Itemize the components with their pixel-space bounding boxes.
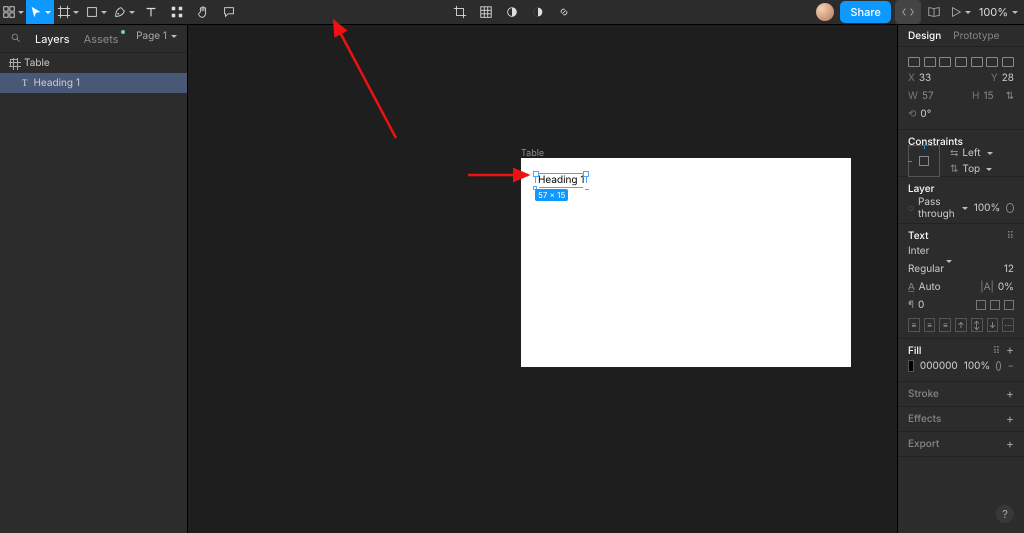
constraint-v-select[interactable]: ⇅Top — [950, 163, 993, 175]
fill-style-icon[interactable]: ⠿ — [993, 345, 1000, 357]
text-layer-icon: T — [22, 78, 28, 88]
add-effect-button[interactable]: + — [1006, 414, 1014, 424]
layout-grid-icon[interactable] — [473, 0, 499, 25]
shape-tool[interactable] — [82, 0, 110, 24]
dev-mode-toggle[interactable] — [895, 0, 921, 24]
rotation-field[interactable]: ⟲0° — [908, 108, 931, 120]
text-resize-icons[interactable] — [976, 300, 1014, 310]
mask-icon[interactable] — [499, 0, 525, 25]
text-settings-icon[interactable]: ⠿ — [1007, 230, 1014, 242]
annotation-arrow-1 — [326, 13, 406, 143]
present-icon[interactable] — [947, 0, 973, 24]
assets-indicator-dot — [121, 30, 125, 34]
add-stroke-button[interactable]: + — [1006, 389, 1014, 399]
avatar[interactable] — [816, 3, 834, 21]
text-align-row[interactable]: ≡≡≡↑↕↓⋯ — [908, 318, 1014, 332]
line-height-field[interactable]: A̲Auto — [908, 281, 941, 293]
frame-icon — [10, 59, 18, 67]
crop-icon[interactable] — [447, 0, 473, 25]
effects-section[interactable]: Effects+ — [898, 407, 1024, 432]
fill-swatch[interactable] — [908, 360, 914, 372]
share-button[interactable]: Share — [840, 1, 890, 23]
layer-row-selected[interactable]: T Heading 1 — [0, 73, 187, 93]
canvas[interactable]: Table Heading 1 57 × 15 — [188, 25, 897, 533]
add-fill-button[interactable]: + — [1006, 345, 1014, 357]
layer-opacity-field[interactable]: 100% — [974, 202, 1001, 214]
layer-frame-label: Table — [24, 57, 50, 69]
right-panel: Design Prototype X33 Y28 W57 H15 ⇅ ⟲0° C… — [897, 25, 1024, 533]
visibility-icon[interactable] — [1006, 203, 1014, 213]
link-icon[interactable] — [551, 0, 577, 25]
layer-text-label: Heading 1 — [34, 77, 80, 89]
y-field[interactable]: Y28 — [991, 72, 1014, 84]
align-icons-row[interactable] — [908, 53, 1014, 69]
paragraph-spacing-field[interactable]: ¶0 — [908, 299, 924, 311]
blend-mode-select[interactable]: ◌Pass through — [908, 196, 968, 220]
zoom-value: 100% — [979, 5, 1008, 19]
x-field[interactable]: X33 — [908, 72, 931, 84]
left-panel: Layers Assets Page 1 Table T Heading 1 — [0, 25, 188, 533]
library-icon[interactable] — [921, 0, 947, 24]
fill-title: Fill — [908, 345, 921, 357]
font-weight-select[interactable]: Regular — [908, 263, 952, 275]
lock-aspect-icon[interactable]: ⇅ — [1006, 90, 1014, 102]
text-title: Text — [908, 230, 929, 242]
fill-visibility-icon[interactable] — [996, 361, 1001, 371]
constraints-widget[interactable] — [908, 145, 940, 177]
pen-tool[interactable] — [110, 0, 138, 24]
zoom-dropdown[interactable]: 100% — [979, 5, 1018, 19]
remove-fill-icon[interactable]: − — [1007, 360, 1014, 372]
font-family-select[interactable]: Inter — [908, 245, 929, 257]
selected-text-node[interactable]: Heading 1 — [535, 173, 587, 188]
w-field[interactable]: W57 — [908, 90, 934, 102]
frame-tool[interactable] — [54, 0, 82, 24]
resources-tool[interactable] — [164, 0, 190, 24]
search-icon[interactable] — [10, 32, 21, 46]
h-field[interactable]: H15 — [972, 90, 994, 102]
add-export-button[interactable]: + — [1006, 439, 1014, 449]
boolean-icon[interactable] — [525, 0, 551, 25]
tab-assets[interactable]: Assets — [84, 32, 119, 46]
layer-row-frame[interactable]: Table — [0, 53, 187, 73]
letter-spacing-field[interactable]: |A|0% — [980, 281, 1014, 293]
move-tool[interactable] — [26, 0, 54, 24]
tab-design[interactable]: Design — [908, 30, 941, 42]
constraint-h-select[interactable]: ⇆Left — [950, 147, 993, 159]
dimension-badge: 57 × 15 — [535, 189, 568, 201]
comment-tool[interactable] — [216, 0, 242, 24]
top-toolbar: Share 100% — [0, 0, 1024, 25]
fill-row[interactable]: 000000 100% − — [908, 357, 1014, 375]
stroke-section[interactable]: Stroke+ — [898, 382, 1024, 407]
help-button[interactable]: ? — [996, 505, 1014, 523]
hand-tool[interactable] — [190, 0, 216, 24]
menu-icon[interactable] — [0, 0, 26, 24]
page-selector[interactable]: Page 1 — [136, 30, 177, 42]
font-size-field[interactable]: 12 — [1004, 263, 1014, 275]
tab-prototype[interactable]: Prototype — [953, 30, 999, 42]
artboard[interactable]: Heading 1 57 × 15 — [521, 158, 851, 367]
text-tool[interactable] — [138, 0, 164, 24]
export-section[interactable]: Export+ — [898, 432, 1024, 457]
layer-title: Layer — [908, 183, 1014, 195]
tab-layers[interactable]: Layers — [35, 32, 70, 46]
